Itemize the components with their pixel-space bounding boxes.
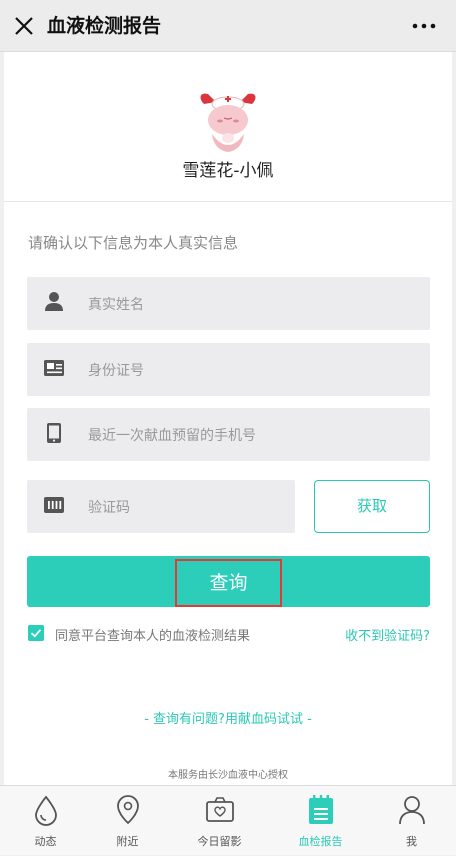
tab-today-photo[interactable]: 今日留影	[174, 786, 265, 856]
profile-section: 雪莲花-小佩	[4, 52, 452, 202]
tab-label: 我	[406, 835, 417, 848]
page-title: 血液检测报告	[47, 15, 162, 37]
id-number-field[interactable]: 身份证号	[27, 343, 430, 396]
close-icon[interactable]	[12, 14, 36, 38]
tab-nearby[interactable]: 附近	[82, 786, 173, 856]
phone-placeholder: 最近一次献血预留的手机号	[88, 428, 256, 444]
bottom-tab-bar: 动态 附近 今日留影 血检报告 我	[0, 785, 456, 855]
camera-icon	[206, 797, 234, 822]
agree-checkbox[interactable]	[28, 625, 44, 641]
confirm-prompt: 请确认以下信息为本人真实信息	[28, 234, 239, 252]
report-icon	[309, 795, 333, 824]
phone-icon	[47, 423, 61, 443]
query-button[interactable]: 查询	[27, 556, 430, 607]
tab-dynamics[interactable]: 动态	[0, 786, 91, 856]
code-icon	[44, 497, 64, 513]
query-button-label: 查询	[209, 572, 248, 594]
name-placeholder: 真实姓名	[88, 297, 144, 313]
tab-blood-report[interactable]: 血检报告	[275, 786, 366, 856]
tab-label: 今日留影	[197, 835, 242, 848]
tab-label: 血检报告	[298, 835, 343, 848]
help-link[interactable]: - 查询有问题?用献血码试试 -	[4, 708, 452, 727]
report-query-card: 雪莲花-小佩 请确认以下信息为本人真实信息 真实姓名 身份证号 最近一次献血预留…	[4, 52, 452, 785]
location-pin-icon	[117, 795, 139, 825]
id-card-icon	[44, 360, 64, 376]
phone-field[interactable]: 最近一次献血预留的手机号	[27, 408, 430, 461]
no-code-link[interactable]: 收不到验证码?	[345, 625, 430, 644]
agree-text: 同意平台查询本人的血液检测结果	[55, 629, 251, 644]
id-placeholder: 身份证号	[88, 363, 144, 379]
verification-code-field[interactable]: 验证码	[27, 480, 295, 533]
tab-me[interactable]: 我	[366, 786, 456, 856]
authorization-note: 本服务由长沙血液中心授权	[168, 770, 288, 781]
person-icon	[399, 796, 425, 825]
code-placeholder: 验证码	[88, 500, 130, 516]
person-icon	[45, 292, 63, 311]
avatar	[200, 93, 256, 152]
nickname: 雪莲花-小佩	[182, 161, 274, 181]
tab-label: 附近	[116, 835, 139, 848]
title-bar: 血液检测报告	[0, 0, 456, 52]
get-code-button[interactable]: 获取	[314, 480, 430, 533]
blood-drop-icon	[35, 795, 57, 826]
more-icon[interactable]	[412, 22, 436, 30]
name-field[interactable]: 真实姓名	[27, 277, 430, 330]
tab-label: 动态	[34, 835, 57, 848]
